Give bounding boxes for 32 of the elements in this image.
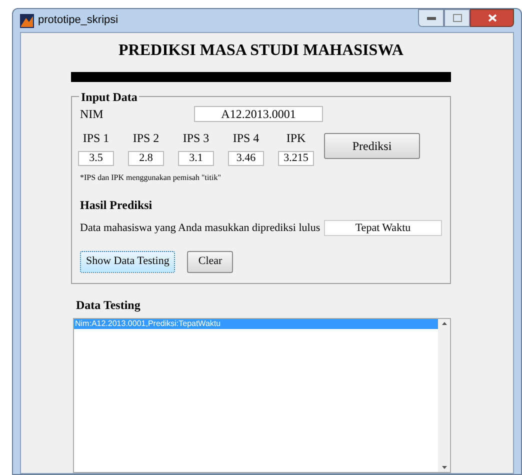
maximize-button[interactable] <box>444 9 470 27</box>
result-label: Data mahasiswa yang Anda masukkan diprediksi lulus <box>80 221 322 236</box>
minimize-button[interactable] <box>418 9 444 27</box>
score-label: IPK <box>286 130 306 147</box>
close-button[interactable] <box>470 9 514 27</box>
note-text: *IPS dan IPK menggunakan pemisah "titik" <box>80 172 222 184</box>
close-icon <box>488 14 496 22</box>
action-button[interactable]: Show Data Testing <box>80 250 176 272</box>
score-label: IPS 3 <box>182 130 210 147</box>
score-label: IPS 2 <box>132 130 160 147</box>
nim-label: NIM <box>80 106 104 123</box>
score-field[interactable]: 3.5 <box>78 151 114 166</box>
score-field[interactable]: 2.8 <box>128 151 164 166</box>
window-title: prototipe_skripsi <box>38 13 118 28</box>
predict-button[interactable]: Prediksi <box>324 133 420 159</box>
scrollbar[interactable] <box>438 319 450 472</box>
score-field[interactable]: 3.46 <box>228 151 264 166</box>
scroll-down-icon <box>442 466 446 469</box>
nim-field[interactable]: A12.2013.0001 <box>194 106 323 122</box>
maximize-icon <box>452 14 462 22</box>
app-icon <box>20 14 34 28</box>
score-label: IPS 4 <box>232 130 260 147</box>
score-field[interactable]: 3.1 <box>178 151 214 166</box>
result-field[interactable]: Tepat Waktu <box>324 220 442 236</box>
page-heading: PREDIKSI MASA STUDI MAHASISWA <box>118 41 404 61</box>
minimize-icon <box>426 16 436 20</box>
scroll-up-icon <box>442 322 446 325</box>
action-button[interactable]: Clear <box>187 250 234 272</box>
score-label: IPS 1 <box>82 130 110 147</box>
score-field[interactable]: 3.215 <box>278 151 314 166</box>
data-testing-title: Data Testing <box>76 297 142 314</box>
result-heading: Hasil Prediksi <box>80 197 154 214</box>
